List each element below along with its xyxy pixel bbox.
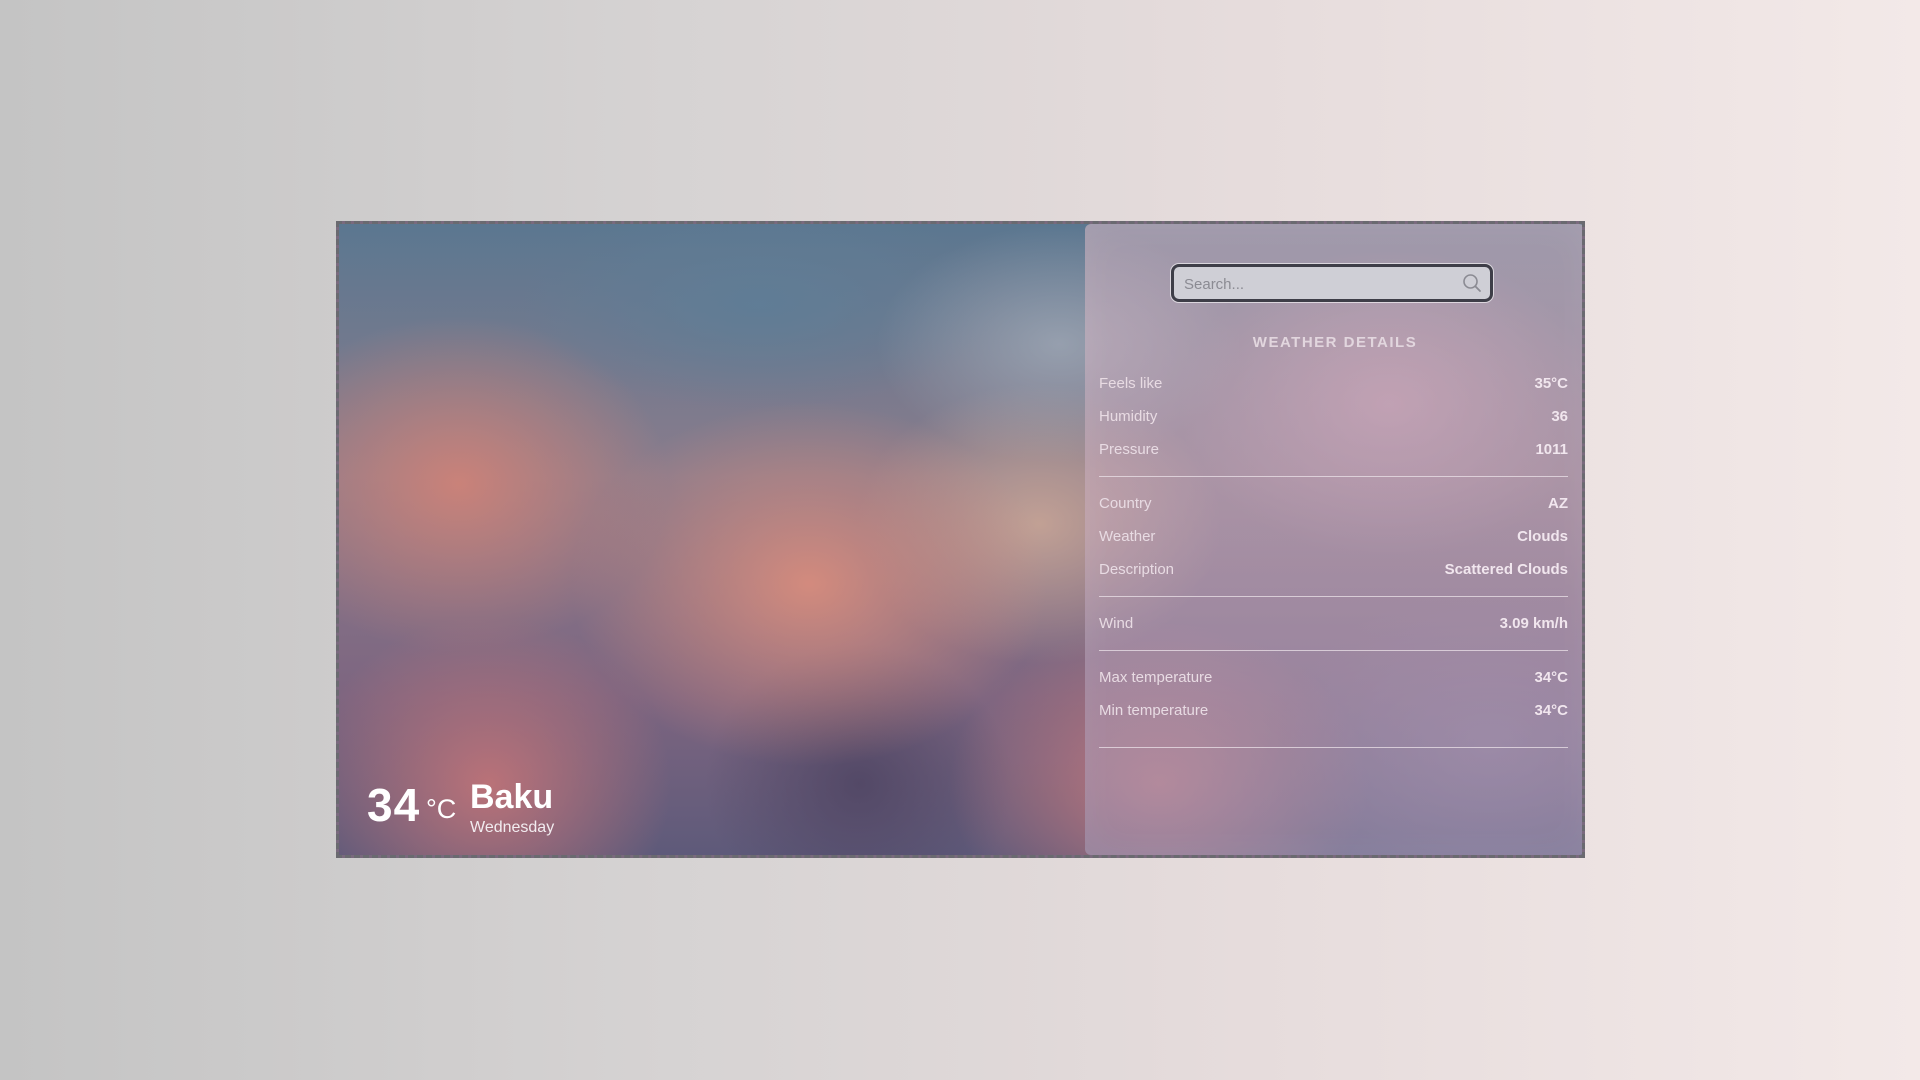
divider [1099, 650, 1568, 651]
detail-label: Feels like [1099, 375, 1163, 392]
detail-value: Clouds [1517, 528, 1568, 545]
detail-row-country: Country AZ [1099, 487, 1568, 520]
detail-row-max-temperature: Max temperature 34°C [1099, 661, 1568, 694]
detail-value: 34°C [1534, 702, 1568, 719]
details-list: Feels like 35°C Humidity 36 Pressure 101… [1099, 367, 1568, 758]
detail-value: AZ [1548, 495, 1568, 512]
detail-row-pressure: Pressure 1011 [1099, 433, 1568, 466]
detail-value: 35°C [1534, 375, 1568, 392]
divider [1099, 596, 1568, 597]
detail-value: 1011 [1535, 441, 1568, 458]
detail-label: Humidity [1099, 408, 1158, 425]
search-box [1171, 264, 1493, 302]
divider [1099, 476, 1568, 477]
detail-label: Description [1099, 561, 1175, 578]
detail-value: 36 [1551, 408, 1568, 425]
search-input[interactable] [1182, 267, 1456, 301]
detail-label: Country [1099, 495, 1152, 512]
temperature-unit: °C [426, 794, 457, 824]
day-name: Wednesday [470, 819, 555, 836]
divider [1099, 747, 1568, 748]
detail-row-wind: Wind 3.09 km/h [1099, 607, 1568, 640]
detail-value: 34°C [1534, 669, 1568, 686]
weather-details-panel: WEATHER DETAILS Feels like 35°C Humidity… [1085, 224, 1582, 855]
detail-row-description: Description Scattered Clouds [1099, 553, 1568, 586]
detail-value: Scattered Clouds [1444, 561, 1568, 578]
detail-row-feels-like: Feels like 35°C [1099, 367, 1568, 400]
detail-label: Pressure [1099, 441, 1160, 458]
detail-label: Max temperature [1099, 669, 1213, 686]
weather-card: 34 °C Baku Wednesday WEATHER DETAILS Fee… [336, 221, 1585, 858]
search-icon[interactable] [1462, 273, 1482, 293]
current-temperature: 34 [367, 779, 421, 831]
detail-label: Min temperature [1099, 702, 1209, 719]
detail-row-min-temperature: Min temperature 34°C [1099, 694, 1568, 727]
detail-value: 3.09 km/h [1499, 615, 1568, 632]
weather-details-title: WEATHER DETAILS [1252, 334, 1418, 351]
detail-label: Weather [1099, 528, 1156, 545]
city-name: Baku [470, 778, 554, 816]
detail-label: Wind [1099, 615, 1134, 632]
detail-row-weather: Weather Clouds [1099, 520, 1568, 553]
detail-row-humidity: Humidity 36 [1099, 400, 1568, 433]
